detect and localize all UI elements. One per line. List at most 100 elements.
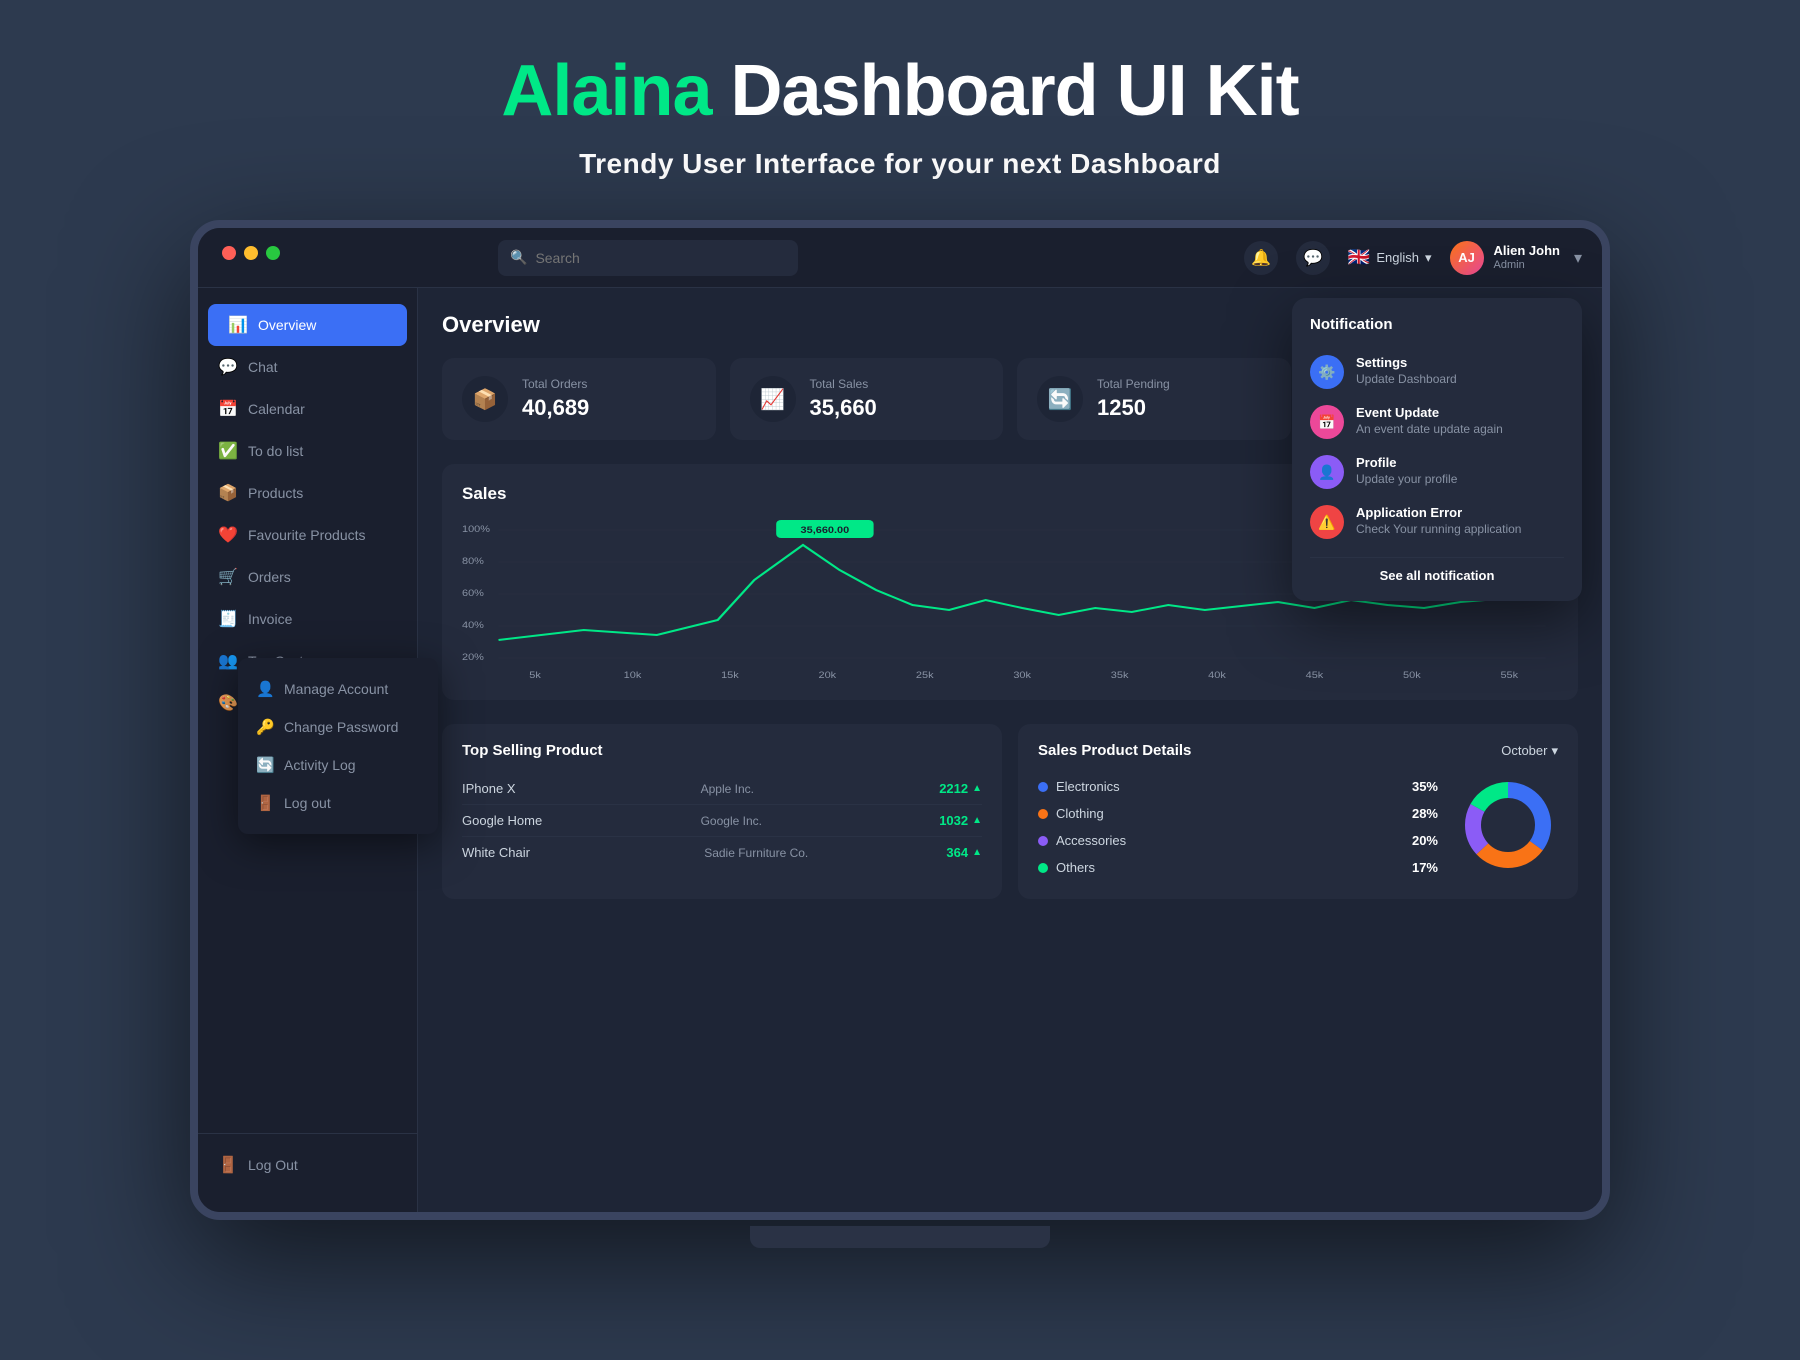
notif-sub-event: An event date update again <box>1356 422 1503 436</box>
todo-icon: ✅ <box>218 441 238 461</box>
legend-item: Clothing 28% <box>1038 800 1438 827</box>
ui-icon: 🎨 <box>218 693 238 713</box>
language-selector[interactable]: 🇬🇧 English ▾ <box>1348 247 1432 268</box>
sidebar-item-products[interactable]: 📦 Products <box>198 472 417 514</box>
floating-menu-item-logout[interactable]: 🚪 Log out <box>238 784 438 822</box>
month-label: October <box>1501 743 1547 758</box>
month-selector[interactable]: October ▾ <box>1501 743 1558 759</box>
bottom-row: Top Selling Product IPhone X Apple Inc. … <box>442 724 1578 899</box>
customers-icon: 👥 <box>218 651 238 671</box>
legend-pct-clothing: 28% <box>1412 806 1438 821</box>
product-value: 1032 ▲ <box>939 813 982 828</box>
legend-item: Accessories 20% <box>1038 827 1438 854</box>
floating-menu-item-manage[interactable]: 👤 Manage Account <box>238 670 438 708</box>
event-notif-icon: 📅 <box>1310 405 1344 439</box>
tl-red[interactable] <box>222 246 236 260</box>
floating-menu-item-activity[interactable]: 🔄 Activity Log <box>238 746 438 784</box>
product-name: Google Home <box>462 813 689 828</box>
sidebar-bottom: 🚪 Log Out <box>198 1133 417 1196</box>
stat-icon-sales: 📈 <box>750 376 796 422</box>
sidebar-item-calendar[interactable]: 📅 Calendar <box>198 388 417 430</box>
search-icon: 🔍 <box>510 249 527 266</box>
notification-item-profile: 👤 Profile Update your profile <box>1310 447 1564 497</box>
svg-text:40%: 40% <box>462 621 484 631</box>
user-area[interactable]: AJ Alien John Admin ▾ <box>1450 241 1582 275</box>
table-row: White Chair Sadie Furniture Co. 364 ▲ <box>462 837 982 868</box>
donut-svg <box>1458 775 1558 875</box>
top-selling-card: Top Selling Product IPhone X Apple Inc. … <box>442 724 1002 899</box>
stat-info-sales: Total Sales 35,660 <box>810 377 877 421</box>
sidebar-item-todo[interactable]: ✅ To do list <box>198 430 417 472</box>
message-button[interactable]: 💬 <box>1296 241 1330 275</box>
sidebar-label-orders: Orders <box>248 569 397 585</box>
page-header: Alaina Dashboard UI Kit Trendy User Inte… <box>501 0 1298 210</box>
notification-title: Notification <box>1310 316 1564 333</box>
notif-title-event: Event Update <box>1356 405 1503 420</box>
topbar-right: 🔔 💬 🇬🇧 English ▾ AJ Alien John Admin ▾ <box>1244 241 1582 275</box>
sidebar-label-todo: To do list <box>248 443 397 459</box>
sidebar-label-calendar: Calendar <box>248 401 397 417</box>
activity-log-label: Activity Log <box>284 757 356 773</box>
sidebar-item-logout[interactable]: 🚪 Log Out <box>198 1144 417 1186</box>
profile-notif-icon: 👤 <box>1310 455 1344 489</box>
search-bar[interactable]: 🔍 <box>498 240 798 276</box>
floating-menu: 👤 Manage Account 🔑 Change Password 🔄 Act… <box>238 658 438 834</box>
notif-sub-settings: Update Dashboard <box>1356 372 1457 386</box>
products-icon: 📦 <box>218 483 238 503</box>
stat-value-orders: 40,689 <box>522 395 589 421</box>
stat-info-orders: Total Orders 40,689 <box>522 377 589 421</box>
sidebar-label-invoice: Invoice <box>248 611 397 627</box>
product-company: Apple Inc. <box>701 782 928 796</box>
sidebar-label-logout: Log Out <box>248 1157 397 1173</box>
svg-text:40k: 40k <box>1208 671 1227 681</box>
svg-text:100%: 100% <box>462 525 490 535</box>
notif-sub-error: Check Your running application <box>1356 522 1521 536</box>
brand-name: Alaina <box>501 51 711 131</box>
notification-panel: Notification ⚙️ Settings Update Dashboar… <box>1292 298 1582 601</box>
sidebar-item-invoice[interactable]: 🧾 Invoice <box>198 598 417 640</box>
change-password-icon: 🔑 <box>256 718 274 736</box>
legend-label-electronics: Electronics <box>1056 779 1404 794</box>
legend-dot <box>1038 782 1048 792</box>
product-value: 364 ▲ <box>946 845 982 860</box>
stat-value-sales: 35,660 <box>810 395 877 421</box>
laptop-frame: 🔍 🔔 💬 🇬🇧 English ▾ AJ Alien John <box>190 220 1610 1220</box>
svg-text:35k: 35k <box>1111 671 1130 681</box>
sidebar-item-favourite[interactable]: ❤️ Favourite Products <box>198 514 417 556</box>
manage-account-icon: 👤 <box>256 680 274 698</box>
sidebar-item-overview[interactable]: 📊 Overview <box>208 304 407 346</box>
legend: Electronics 35% Clothing 28% <box>1038 773 1438 881</box>
invoice-icon: 🧾 <box>218 609 238 629</box>
settings-notif-icon: ⚙️ <box>1310 355 1344 389</box>
stat-card-pending: 🔄 Total Pending 1250 <box>1017 358 1291 440</box>
donut-section: Electronics 35% Clothing 28% <box>1038 773 1558 881</box>
activity-log-icon: 🔄 <box>256 756 274 774</box>
svg-text:20k: 20k <box>819 671 838 681</box>
up-arrow-icon: ▲ <box>972 847 982 858</box>
product-company: Sadie Furniture Co. <box>704 846 934 860</box>
sidebar-item-orders[interactable]: 🛒 Orders <box>198 556 417 598</box>
svg-text:20%: 20% <box>462 653 484 663</box>
legend-dot <box>1038 863 1048 873</box>
notification-bell-button[interactable]: 🔔 <box>1244 241 1278 275</box>
search-input[interactable] <box>535 250 786 266</box>
tl-green[interactable] <box>266 246 280 260</box>
page-subtitle: Trendy User Interface for your next Dash… <box>501 148 1298 180</box>
stat-icon-pending: 🔄 <box>1037 376 1083 422</box>
stat-card-sales: 📈 Total Sales 35,660 <box>730 358 1004 440</box>
tl-yellow[interactable] <box>244 246 258 260</box>
log-out-icon: 🚪 <box>256 794 274 812</box>
product-company: Google Inc. <box>701 814 928 828</box>
sidebar-item-chat[interactable]: 💬 Chat <box>198 346 417 388</box>
notification-item-event: 📅 Event Update An event date update agai… <box>1310 397 1564 447</box>
log-out-label: Log out <box>284 795 331 811</box>
chevron-down-icon: ▾ <box>1551 743 1558 759</box>
legend-pct-electronics: 35% <box>1412 779 1438 794</box>
svg-text:25k: 25k <box>916 671 935 681</box>
svg-text:80%: 80% <box>462 557 484 567</box>
see-all-notifications-button[interactable]: See all notification <box>1310 557 1564 583</box>
product-name: White Chair <box>462 845 692 860</box>
floating-menu-item-password[interactable]: 🔑 Change Password <box>238 708 438 746</box>
stat-icon-orders: 📦 <box>462 376 508 422</box>
sales-details-title: Sales Product Details <box>1038 742 1191 759</box>
